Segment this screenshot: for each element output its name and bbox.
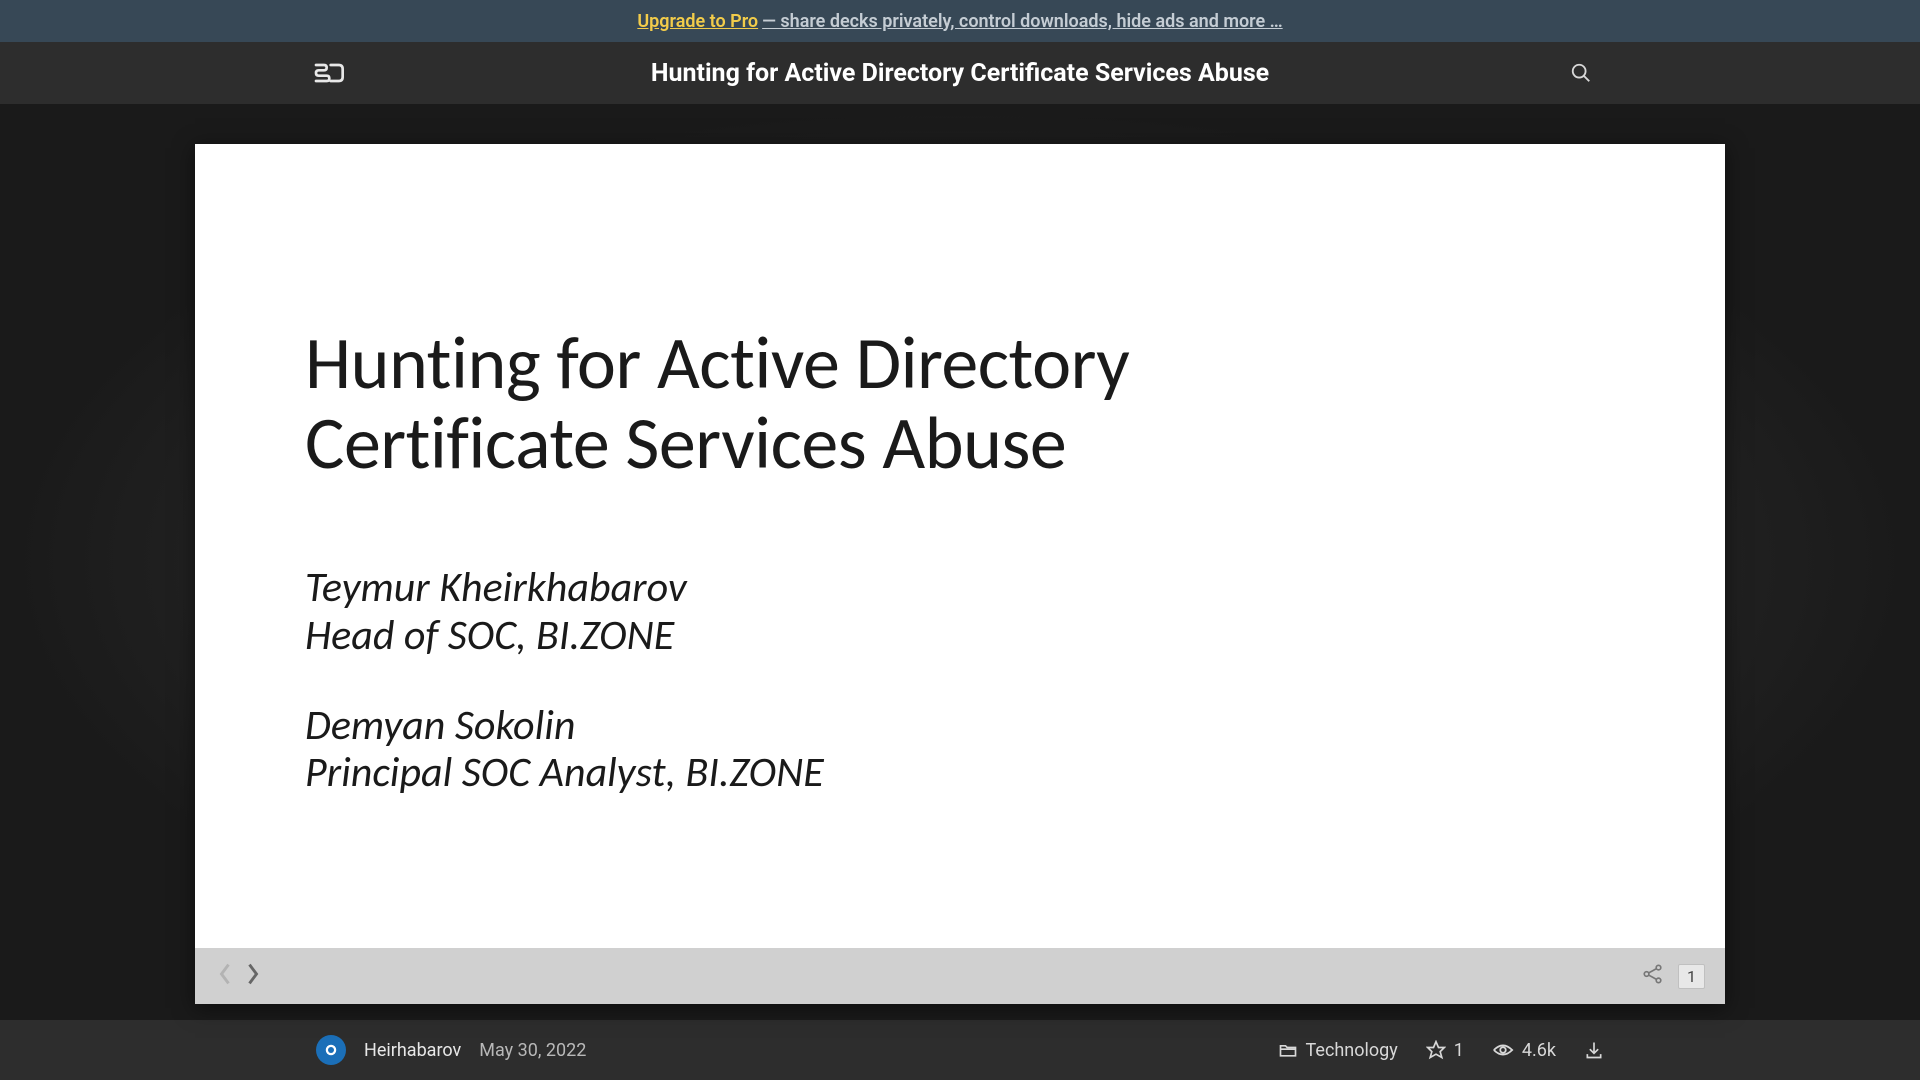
- folder-icon: [1278, 1040, 1298, 1060]
- next-slide-button[interactable]: [243, 960, 263, 992]
- prev-slide-button[interactable]: [215, 960, 235, 992]
- share-button[interactable]: [1642, 963, 1664, 989]
- slide-container: Hunting for Active Directory Certificate…: [195, 144, 1725, 1004]
- star-icon: [1426, 1040, 1446, 1060]
- author-link[interactable]: Heirhabarov: [364, 1040, 461, 1061]
- author1-name: Teymur Kheirkhabarov: [305, 564, 1615, 612]
- slide-number: 1: [1678, 964, 1705, 989]
- promo-description: — share decks privately, control downloa…: [762, 11, 1283, 32]
- page-title: Hunting for Active Directory Certificate…: [651, 59, 1269, 88]
- site-logo[interactable]: [312, 61, 344, 85]
- search-button[interactable]: [1570, 62, 1592, 84]
- chevron-left-icon: [215, 960, 235, 988]
- view-count: 4.6k: [1522, 1040, 1556, 1061]
- slide-content[interactable]: Hunting for Active Directory Certificate…: [195, 144, 1725, 948]
- category-link[interactable]: Technology: [1278, 1040, 1398, 1061]
- slide-title-line1: Hunting for Active Directory: [305, 324, 1615, 404]
- main-presentation-area: Hunting for Active Directory Certificate…: [0, 104, 1920, 1020]
- download-icon: [1584, 1040, 1604, 1060]
- author2-role: Principal SOC Analyst, BI.ZONE: [305, 749, 1615, 797]
- category-label: Technology: [1306, 1040, 1398, 1061]
- eye-icon: [1492, 1040, 1514, 1060]
- upgrade-link[interactable]: Upgrade to Pro: [637, 11, 758, 32]
- author1-role: Head of SOC, BI.ZONE: [305, 612, 1615, 660]
- footer-left: Heirhabarov May 30, 2022: [316, 1035, 586, 1065]
- author-avatar[interactable]: [316, 1035, 346, 1065]
- search-icon: [1570, 62, 1592, 84]
- author-block-2: Demyan Sokolin Principal SOC Analyst, BI…: [305, 702, 1615, 798]
- footer-bar: Heirhabarov May 30, 2022 Technology 1: [0, 1020, 1920, 1080]
- download-button[interactable]: [1584, 1040, 1604, 1060]
- slide-controls-bar: 1: [195, 948, 1725, 1004]
- star-button[interactable]: 1: [1426, 1040, 1464, 1061]
- author-block-1: Teymur Kheirkhabarov Head of SOC, BI.ZON…: [305, 564, 1615, 660]
- views-stat: 4.6k: [1492, 1040, 1556, 1061]
- publish-date: May 30, 2022: [479, 1040, 586, 1061]
- header-bar: Hunting for Active Directory Certificate…: [0, 42, 1920, 104]
- author2-name: Demyan Sokolin: [305, 702, 1615, 750]
- promo-banner: Upgrade to Pro — share decks privately, …: [0, 0, 1920, 42]
- footer-right: Technology 1 4.6k: [1278, 1040, 1604, 1061]
- slide-right-controls: 1: [1642, 963, 1705, 989]
- chevron-right-icon: [243, 960, 263, 988]
- share-icon: [1642, 963, 1664, 985]
- nav-arrows: [215, 960, 263, 992]
- star-count: 1: [1454, 1040, 1464, 1061]
- slide-title: Hunting for Active Directory Certificate…: [305, 324, 1615, 484]
- slide-title-line2: Certificate Services Abuse: [305, 404, 1615, 484]
